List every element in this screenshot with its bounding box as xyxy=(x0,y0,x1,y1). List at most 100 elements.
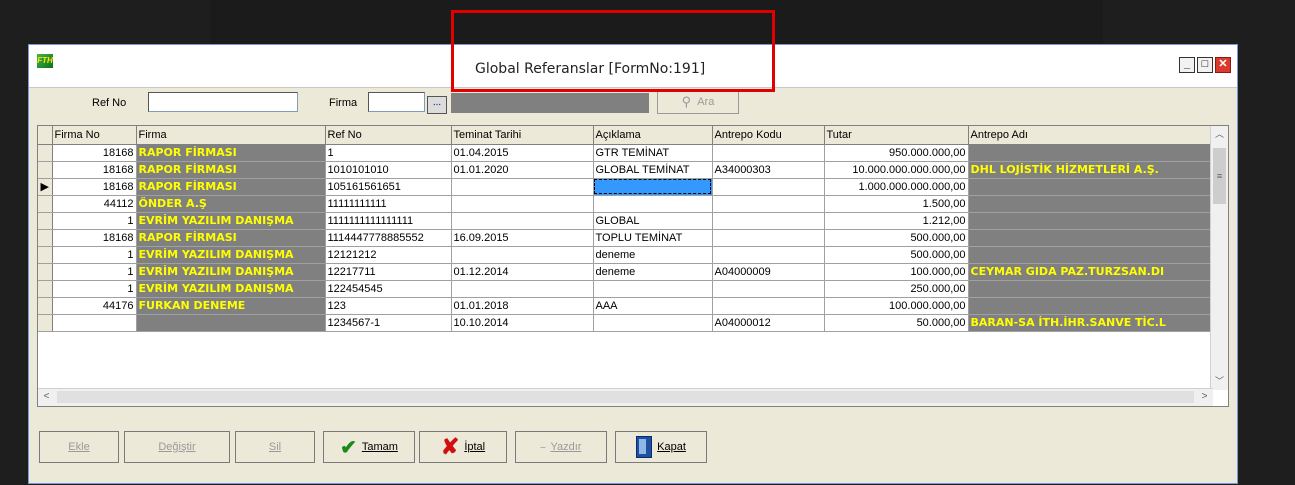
table-cell[interactable] xyxy=(712,246,825,264)
sil-button[interactable]: Sil xyxy=(235,431,315,463)
table-cell[interactable]: BARAN-SA İTH.İHR.SANVE TİC.L xyxy=(968,314,1214,332)
table-cell[interactable] xyxy=(968,144,1214,162)
table-cell[interactable]: 1 xyxy=(52,246,137,264)
table-cell[interactable]: 1.000.000.000.000,00 xyxy=(824,178,969,196)
table-cell[interactable] xyxy=(712,297,825,315)
row-indicator[interactable] xyxy=(38,263,53,281)
table-cell[interactable] xyxy=(968,280,1214,298)
column-header[interactable]: Açıklama xyxy=(593,126,713,145)
table-cell[interactable]: 50.000,00 xyxy=(824,314,969,332)
table-row[interactable]: 18168 RAPOR FİRMASI 1010101010 01.01.2020 GL… xyxy=(38,161,1214,179)
table-cell[interactable]: GLOBAL TEMİNAT xyxy=(593,161,713,179)
table-cell[interactable]: 01.01.2020 xyxy=(451,161,594,179)
table-cell[interactable] xyxy=(451,178,594,196)
table-cell[interactable]: EVRİM YAZILIM DANIŞMA xyxy=(136,280,326,298)
table-cell[interactable]: 105161561651 xyxy=(325,178,452,196)
row-indicator[interactable] xyxy=(38,195,53,213)
table-row[interactable]: ▶ 18168 RAPOR FİRMASI 105161561651 1.000.000… xyxy=(38,178,1214,196)
table-cell[interactable]: 500.000,00 xyxy=(824,229,969,247)
table-cell[interactable]: RAPOR FİRMASI xyxy=(136,229,326,247)
table-cell[interactable] xyxy=(136,314,326,332)
table-cell[interactable]: A04000009 xyxy=(712,263,825,281)
vertical-scroll-thumb[interactable]: ≡ xyxy=(1213,148,1226,204)
table-cell[interactable]: AAA xyxy=(593,297,713,315)
table-row[interactable]: 1 EVRİM YAZILIM DANIŞMA 122454545 250.000,0… xyxy=(38,280,1214,298)
table-cell[interactable] xyxy=(451,280,594,298)
scroll-down-icon[interactable]: ﹀ xyxy=(1211,373,1228,390)
column-header[interactable]: Tutar xyxy=(824,126,969,145)
table-cell[interactable] xyxy=(712,280,825,298)
table-cell[interactable]: 500.000,00 xyxy=(824,246,969,264)
table-cell[interactable]: 123 xyxy=(325,297,452,315)
table-cell[interactable]: 122454545 xyxy=(325,280,452,298)
scroll-up-icon[interactable]: ︿ xyxy=(1211,126,1228,143)
ara-button[interactable]: ⚲ Ara xyxy=(657,89,739,114)
row-indicator[interactable] xyxy=(38,246,53,264)
table-cell[interactable]: 1234567-1 xyxy=(325,314,452,332)
table-cell[interactable] xyxy=(712,195,825,213)
table-cell[interactable] xyxy=(712,144,825,162)
table-cell[interactable]: RAPOR FİRMASI xyxy=(136,178,326,196)
scroll-left-icon[interactable]: < xyxy=(38,389,55,406)
column-header[interactable]: Teminat Tarihi xyxy=(451,126,594,145)
table-cell[interactable]: RAPOR FİRMASI xyxy=(136,144,326,162)
degistir-button[interactable]: Değiştir xyxy=(124,431,230,463)
table-cell[interactable] xyxy=(52,314,137,332)
table-cell[interactable] xyxy=(451,212,594,230)
column-header[interactable]: Firma No xyxy=(52,126,137,145)
table-cell[interactable]: 10.10.2014 xyxy=(451,314,594,332)
row-indicator[interactable] xyxy=(38,280,53,298)
table-cell[interactable]: 12121212 xyxy=(325,246,452,264)
table-row[interactable]: 44112 ÖNDER A.Ş 11111111111 1.500,00 xyxy=(38,195,1214,213)
table-cell[interactable]: CEYMAR GIDA PAZ.TURZSAN.DI xyxy=(968,263,1214,281)
table-cell[interactable]: deneme xyxy=(593,246,713,264)
table-cell[interactable]: EVRİM YAZILIM DANIŞMA xyxy=(136,263,326,281)
table-cell[interactable]: 1114447778885552 xyxy=(325,229,452,247)
table-cell[interactable]: 16.09.2015 xyxy=(451,229,594,247)
table-cell[interactable]: DHL LOJİSTİK HİZMETLERİ A.Ş. xyxy=(968,161,1214,179)
table-cell[interactable] xyxy=(968,246,1214,264)
table-cell[interactable] xyxy=(593,178,713,196)
table-cell[interactable]: 01.01.2018 xyxy=(451,297,594,315)
table-cell[interactable]: 100.000,00 xyxy=(824,263,969,281)
table-cell[interactable]: GLOBAL xyxy=(593,212,713,230)
row-indicator[interactable] xyxy=(38,212,53,230)
table-cell[interactable]: 1.500,00 xyxy=(824,195,969,213)
table-cell[interactable]: 1 xyxy=(52,263,137,281)
close-icon[interactable]: ✕ xyxy=(1215,57,1231,73)
table-cell[interactable]: 18168 xyxy=(52,229,137,247)
kapat-button[interactable]: Kapat xyxy=(615,431,707,463)
table-cell[interactable]: 1.212,00 xyxy=(824,212,969,230)
table-cell[interactable]: TOPLU TEMİNAT xyxy=(593,229,713,247)
table-cell[interactable]: 10.000.000.000.000,00 xyxy=(824,161,969,179)
column-header[interactable]: Firma xyxy=(136,126,326,145)
table-cell[interactable] xyxy=(968,297,1214,315)
table-cell[interactable]: 1 xyxy=(52,280,137,298)
vertical-scrollbar[interactable]: ︿ ≡ ﹀ xyxy=(1210,126,1228,390)
ekle-button[interactable]: Ekle xyxy=(39,431,119,463)
table-cell[interactable]: deneme xyxy=(593,263,713,281)
table-cell[interactable]: GTR TEMİNAT xyxy=(593,144,713,162)
table-cell[interactable]: 1 xyxy=(325,144,452,162)
table-cell[interactable]: 44176 xyxy=(52,297,137,315)
row-indicator[interactable] xyxy=(38,161,53,179)
table-cell[interactable] xyxy=(968,229,1214,247)
table-cell[interactable] xyxy=(712,212,825,230)
table-cell[interactable]: 100.000.000,00 xyxy=(824,297,969,315)
row-indicator[interactable] xyxy=(38,297,53,315)
table-cell[interactable]: 1 xyxy=(52,212,137,230)
table-row[interactable]: 1 EVRİM YAZILIM DANIŞMA 12217711 01.12.2014… xyxy=(38,263,1214,281)
table-row[interactable]: 18168 RAPOR FİRMASI 1114447778885552 16.09.… xyxy=(38,229,1214,247)
table-cell[interactable]: 18168 xyxy=(52,144,137,162)
table-cell[interactable]: 1111111111111111 xyxy=(325,212,452,230)
table-cell[interactable]: ÖNDER A.Ş xyxy=(136,195,326,213)
table-cell[interactable]: 12217711 xyxy=(325,263,452,281)
refno-input[interactable] xyxy=(148,92,298,112)
table-cell[interactable]: 250.000,00 xyxy=(824,280,969,298)
firma-input[interactable] xyxy=(368,92,425,112)
table-cell[interactable]: 1010101010 xyxy=(325,161,452,179)
minimize-icon[interactable]: _ xyxy=(1179,57,1195,73)
table-cell[interactable]: EVRİM YAZILIM DANIŞMA xyxy=(136,246,326,264)
column-header[interactable]: Ref No xyxy=(325,126,452,145)
table-cell[interactable] xyxy=(712,229,825,247)
